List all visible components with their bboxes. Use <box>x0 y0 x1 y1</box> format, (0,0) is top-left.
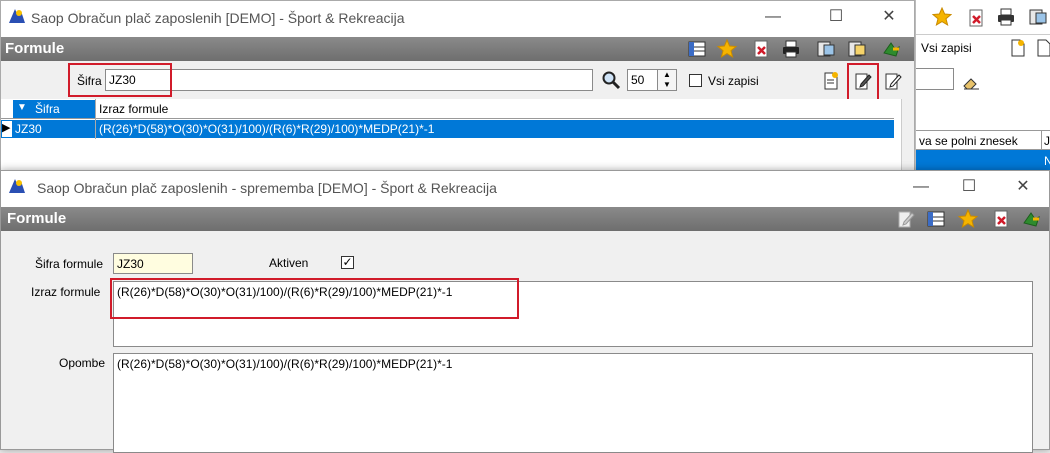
delete-record-icon[interactable] <box>751 39 771 59</box>
exit-icon[interactable] <box>881 39 901 59</box>
maximize-button[interactable]: ☐ <box>816 4 856 30</box>
import-icon[interactable] <box>847 39 867 59</box>
edit-disabled-icon <box>898 211 915 228</box>
list-titlebar: Saop Obračun plač zaposlenih [DEMO] - Šp… <box>1 1 914 37</box>
list-window-title: Saop Obračun plač zaposlenih [DEMO] - Šp… <box>31 10 405 26</box>
close-button[interactable]: ✕ <box>1003 174 1043 200</box>
export-icon[interactable] <box>816 39 836 59</box>
page-size-stepper[interactable]: ▲ ▼ <box>657 69 677 91</box>
row-code: JZ30 <box>15 122 42 136</box>
sort-column-header[interactable]: ▼ Šifra <box>13 100 95 118</box>
new-record-icon[interactable] <box>821 71 841 91</box>
minimize-button[interactable]: — <box>753 4 793 30</box>
star-icon[interactable] <box>958 209 978 229</box>
export-icon[interactable] <box>1028 7 1048 27</box>
list-panel-title: Formule <box>5 40 65 57</box>
active-label: Aktiven <box>269 256 309 270</box>
far-selected-row[interactable]: N <box>916 150 1050 172</box>
vertical-scrollbar[interactable] <box>901 99 914 175</box>
edit-panel-header: Formule <box>1 207 1049 231</box>
maximize-button[interactable]: ☐ <box>949 174 989 200</box>
column-header-expr[interactable]: Izraz formule <box>99 102 168 116</box>
column-header-code: Šifra <box>35 102 60 116</box>
code-label: Šifra formule <box>35 257 104 271</box>
formula-table: ▼ Šifra Izraz formule ▶ JZ30 (R(26)*D(58… <box>1 99 901 175</box>
columns-icon[interactable] <box>687 39 707 59</box>
code-field[interactable] <box>113 253 193 274</box>
table-row[interactable]: ▶ JZ30 (R(26)*D(58)*O(30)*O(31)/100)/(R(… <box>1 120 894 138</box>
far-column-header: va se polni znesek J <box>916 130 1050 151</box>
edit-record-icon[interactable] <box>853 71 873 91</box>
active-checkbox[interactable]: ✓ <box>341 256 354 269</box>
table-header: ▼ Šifra Izraz formule <box>1 99 894 119</box>
new-record-icon[interactable] <box>1008 38 1028 58</box>
expr-label: Izraz formule <box>31 285 101 299</box>
notes-textarea[interactable]: (R(26)*D(58)*O(30)*O(31)/100)/(R(6)*R(29… <box>113 353 1033 453</box>
column-divider <box>1041 131 1042 151</box>
far-toolbar <box>916 0 1050 34</box>
star-icon[interactable] <box>717 39 737 59</box>
edit-titlebar: Saop Obračun plač zaposlenih - sprememba… <box>1 171 1049 207</box>
columns-icon[interactable] <box>926 209 946 229</box>
app-icon <box>9 179 25 193</box>
minimize-button[interactable]: — <box>901 174 941 200</box>
list-window: Saop Obračun plač zaposlenih [DEMO] - Šp… <box>0 0 915 175</box>
edit-window: Saop Obračun plač zaposlenih - sprememba… <box>0 170 1050 453</box>
column-divider <box>95 99 96 139</box>
delete-record-icon[interactable] <box>966 8 986 28</box>
print-icon[interactable] <box>996 7 1016 27</box>
far-all-records-label: Vsi zapisi <box>921 41 972 55</box>
close-button[interactable]: ✕ <box>869 4 909 30</box>
row-expr: (R(26)*D(58)*O(30)*O(31)/100)/(R(6)*R(29… <box>99 122 435 136</box>
far-window: Vsi zapisi va se polni znesek J N <box>915 0 1050 180</box>
search-code-input[interactable] <box>105 69 593 91</box>
expr-textarea[interactable]: (R(26)*D(58)*O(30)*O(31)/100)/(R(6)*R(29… <box>113 281 1033 347</box>
edit-panel-title: Formule <box>7 210 67 227</box>
far-graybar: Vsi zapisi <box>916 34 1050 60</box>
all-records-checkbox[interactable] <box>689 74 702 87</box>
copy-record-icon[interactable] <box>883 71 903 91</box>
notes-label: Opombe <box>59 356 106 370</box>
page-size-input[interactable] <box>627 69 657 91</box>
edit-record-icon[interactable] <box>1034 38 1050 58</box>
edit-window-title: Saop Obračun plač zaposlenih - sprememba… <box>37 180 497 196</box>
exit-icon[interactable] <box>1021 209 1041 229</box>
eraser-icon[interactable] <box>961 72 981 92</box>
star-icon[interactable] <box>932 7 952 27</box>
far-column-header2-label: J <box>1044 134 1050 148</box>
list-panel-header: Formule <box>1 37 914 61</box>
app-icon <box>9 9 25 23</box>
far-input[interactable] <box>916 68 954 90</box>
print-icon[interactable] <box>781 39 801 59</box>
search-label: Šifra <box>77 74 102 88</box>
search-icon[interactable] <box>601 70 621 90</box>
all-records-label: Vsi zapisi <box>708 74 759 88</box>
sort-desc-icon: ▼ <box>17 102 27 113</box>
search-row: Šifra ▲▼ Vsi zapisi <box>1 61 914 101</box>
delete-record-icon[interactable] <box>991 209 1011 229</box>
row-indicator-icon: ▶ <box>2 121 12 137</box>
far-cell: N <box>1044 154 1050 168</box>
far-column-header-label: va se polni znesek <box>919 134 1018 148</box>
